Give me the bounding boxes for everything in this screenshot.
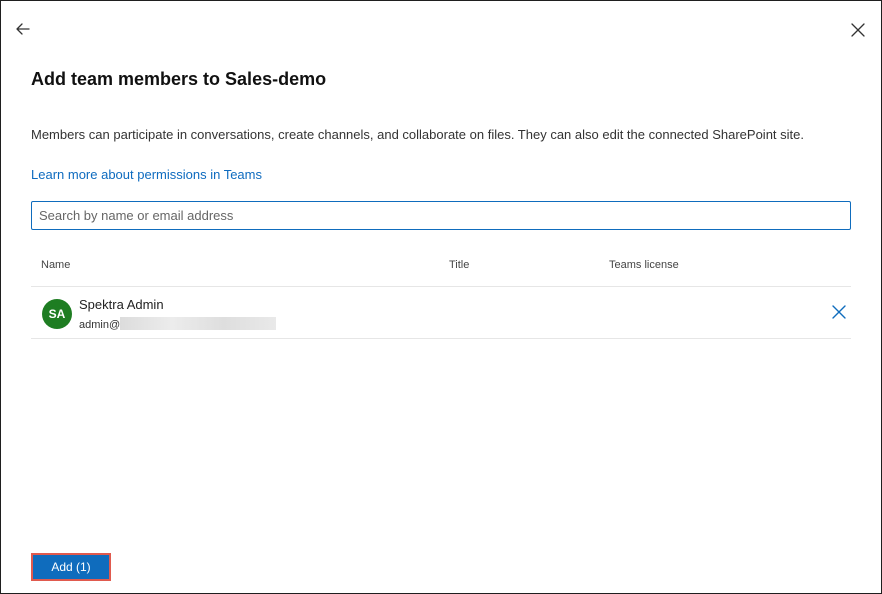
dialog-title: Add team members to Sales-demo bbox=[31, 69, 327, 89]
learn-more-link[interactable]: Learn more about permissions in Teams bbox=[31, 167, 262, 182]
redacted-email-domain bbox=[120, 317, 277, 330]
column-header-title: Title bbox=[449, 259, 470, 271]
arrow-left-icon bbox=[16, 23, 30, 35]
member-email-prefix: admin@ bbox=[79, 319, 121, 331]
avatar: SA bbox=[42, 299, 72, 329]
table-row: SA Spektra Admin admin@ bbox=[31, 287, 851, 339]
search-input[interactable] bbox=[31, 201, 851, 230]
add-members-dialog: Add team members to Sales-demo Members c… bbox=[0, 0, 882, 594]
add-button[interactable]: Add (1) bbox=[31, 553, 111, 581]
column-header-teams-license: Teams license bbox=[609, 259, 679, 271]
back-button[interactable] bbox=[13, 19, 33, 39]
dialog-description: Members can participate in conversations… bbox=[31, 127, 804, 142]
close-icon bbox=[832, 305, 846, 319]
member-email: admin@ bbox=[79, 317, 277, 331]
close-icon bbox=[851, 23, 865, 37]
member-name: Spektra Admin bbox=[79, 297, 164, 312]
remove-member-button[interactable] bbox=[831, 304, 847, 320]
close-button[interactable] bbox=[849, 21, 867, 39]
column-header-name: Name bbox=[41, 259, 71, 271]
